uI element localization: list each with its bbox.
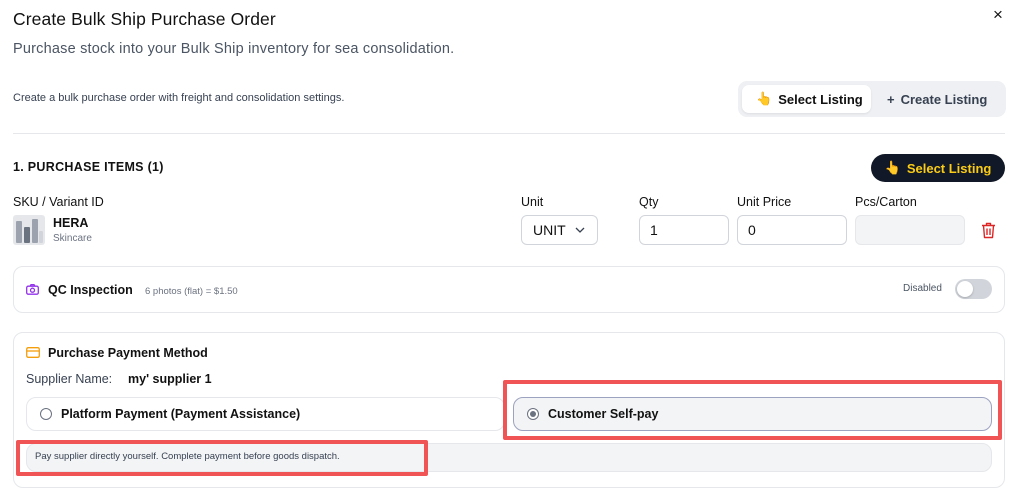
select-listing-tab[interactable]: 👆 Select Listing	[742, 85, 871, 113]
radio-selected[interactable]	[527, 408, 539, 420]
divider	[13, 133, 1005, 134]
close-icon[interactable]: ×	[990, 6, 1006, 23]
unit-price-input[interactable]	[737, 215, 847, 245]
column-header-unit-price: Unit Price	[737, 195, 792, 209]
create-listing-tab[interactable]: + Create Listing	[884, 85, 1002, 113]
create-listing-tab-label: Create Listing	[900, 91, 988, 107]
modal-subtitle: Purchase stock into your Bulk Ship inven…	[13, 41, 455, 57]
camera-icon	[26, 284, 39, 295]
customer-self-pay-label: Customer Self-pay	[548, 407, 659, 421]
pointing-hand-icon: 👆	[756, 91, 773, 106]
customer-self-pay-option[interactable]: Customer Self-pay	[513, 397, 992, 431]
column-header-sku: SKU / Variant ID	[13, 195, 104, 209]
platform-payment-label: Platform Payment (Payment Assistance)	[61, 407, 301, 421]
form-description: Create a bulk purchase order with freigh…	[13, 92, 345, 104]
qc-inspection-title: QC Inspection	[48, 283, 133, 297]
select-listing-tab-label: Select Listing	[778, 91, 863, 107]
plus-icon: +	[887, 91, 895, 107]
toggle-knob	[957, 281, 973, 297]
select-listing-button[interactable]: 👆 Select Listing	[871, 154, 1005, 182]
listing-mode-toggle: 👆 Select Listing + Create Listing	[738, 81, 1006, 117]
column-header-pcs-carton: Pcs/Carton	[855, 195, 917, 209]
payment-hint-text: Pay supplier directly yourself. Complete…	[35, 451, 340, 462]
unit-select-value: UNIT	[533, 222, 566, 238]
select-listing-button-label: Select Listing	[906, 160, 992, 176]
pointing-hand-icon: 👆	[884, 160, 901, 175]
supplier-name-value: my' supplier 1	[128, 372, 212, 386]
trash-icon[interactable]	[981, 222, 996, 239]
qc-inspection-note: 6 photos (flat) = $1.50	[145, 286, 238, 297]
unit-select[interactable]: UNIT	[521, 215, 598, 245]
supplier-name-label: Supplier Name:	[26, 372, 113, 386]
product-name: HERA	[53, 216, 89, 230]
qc-status-text: Disabled	[903, 283, 942, 294]
credit-card-icon	[26, 347, 40, 358]
qc-inspection-toggle[interactable]	[955, 279, 992, 299]
platform-payment-option[interactable]: Platform Payment (Payment Assistance)	[26, 397, 505, 431]
pcs-carton-input	[855, 215, 965, 245]
column-header-unit: Unit	[521, 195, 544, 209]
qty-input[interactable]	[639, 215, 729, 245]
product-thumbnail	[13, 215, 45, 245]
radio-unselected[interactable]	[40, 408, 52, 420]
chevron-down-icon	[575, 227, 585, 233]
column-header-qty: Qty	[639, 195, 659, 209]
payment-method-title: Purchase Payment Method	[48, 346, 208, 360]
product-category: Skincare	[53, 233, 92, 244]
modal-title: Create Bulk Ship Purchase Order	[13, 9, 276, 29]
purchase-items-title: 1. PURCHASE ITEMS (1)	[13, 160, 164, 174]
